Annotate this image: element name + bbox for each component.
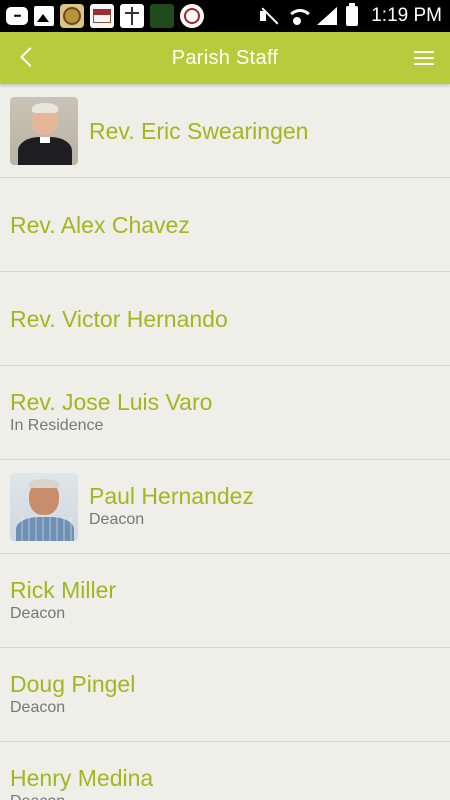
system-icons: 1:19 PM bbox=[259, 3, 442, 27]
cross-logo-icon bbox=[120, 4, 144, 28]
staff-row-doug-pingel[interactable]: Doug Pingel Deacon bbox=[0, 648, 450, 742]
church-logo-icon bbox=[90, 4, 114, 28]
staff-row-henry-medina[interactable]: Henry Medina Deacon bbox=[0, 742, 450, 800]
staff-name: Doug Pingel bbox=[10, 671, 136, 697]
staff-row-rick-miller[interactable]: Rick Miller Deacon bbox=[0, 554, 450, 648]
clock: 1:19 PM bbox=[371, 5, 442, 26]
staff-row-alex-chavez[interactable]: Rev. Alex Chavez bbox=[0, 178, 450, 272]
staff-role: Deacon bbox=[10, 792, 153, 800]
gallery-icon bbox=[34, 6, 54, 26]
page-title: Parish Staff bbox=[171, 46, 279, 69]
staff-name: Rev. Victor Hernando bbox=[10, 305, 228, 332]
staff-list: Rev. Eric Swearingen Rev. Alex Chavez Re… bbox=[0, 84, 450, 800]
avatar bbox=[10, 96, 78, 165]
staff-name: Rev. Alex Chavez bbox=[10, 211, 190, 238]
mute-icon bbox=[259, 7, 277, 25]
message-icon bbox=[6, 7, 28, 25]
signal-icon bbox=[317, 7, 338, 25]
staff-row-jose-luis-varo[interactable]: Rev. Jose Luis Varo In Residence bbox=[0, 366, 450, 460]
seal-icon bbox=[60, 4, 84, 28]
staff-name: Rev. Eric Swearingen bbox=[89, 117, 309, 144]
staff-row-victor-hernando[interactable]: Rev. Victor Hernando bbox=[0, 272, 450, 366]
hamburger-menu-icon[interactable] bbox=[412, 45, 438, 71]
status-bar: 1:19 PM bbox=[0, 0, 450, 32]
notification-icons bbox=[6, 4, 204, 28]
green-app-icon bbox=[150, 4, 174, 28]
app-bar: Parish Staff bbox=[0, 32, 450, 84]
wifi-icon bbox=[286, 7, 315, 25]
staff-role: Deacon bbox=[89, 511, 145, 528]
staff-name: Rev. Jose Luis Varo bbox=[10, 389, 213, 415]
chevron-left-icon[interactable] bbox=[14, 44, 42, 72]
staff-role: Deacon bbox=[10, 699, 66, 716]
round-seal-icon bbox=[180, 4, 204, 28]
staff-name: Henry Medina bbox=[10, 765, 154, 791]
staff-row-eric-swearingen[interactable]: Rev. Eric Swearingen bbox=[0, 84, 450, 178]
staff-role: Deacon bbox=[10, 605, 66, 622]
battery-icon bbox=[346, 3, 359, 26]
avatar bbox=[10, 472, 78, 541]
staff-role: In Residence bbox=[10, 417, 104, 434]
staff-name: Paul Hernandez bbox=[89, 483, 254, 509]
staff-name: Rick Miller bbox=[10, 577, 117, 603]
staff-row-paul-hernandez[interactable]: Paul Hernandez Deacon bbox=[0, 460, 450, 554]
